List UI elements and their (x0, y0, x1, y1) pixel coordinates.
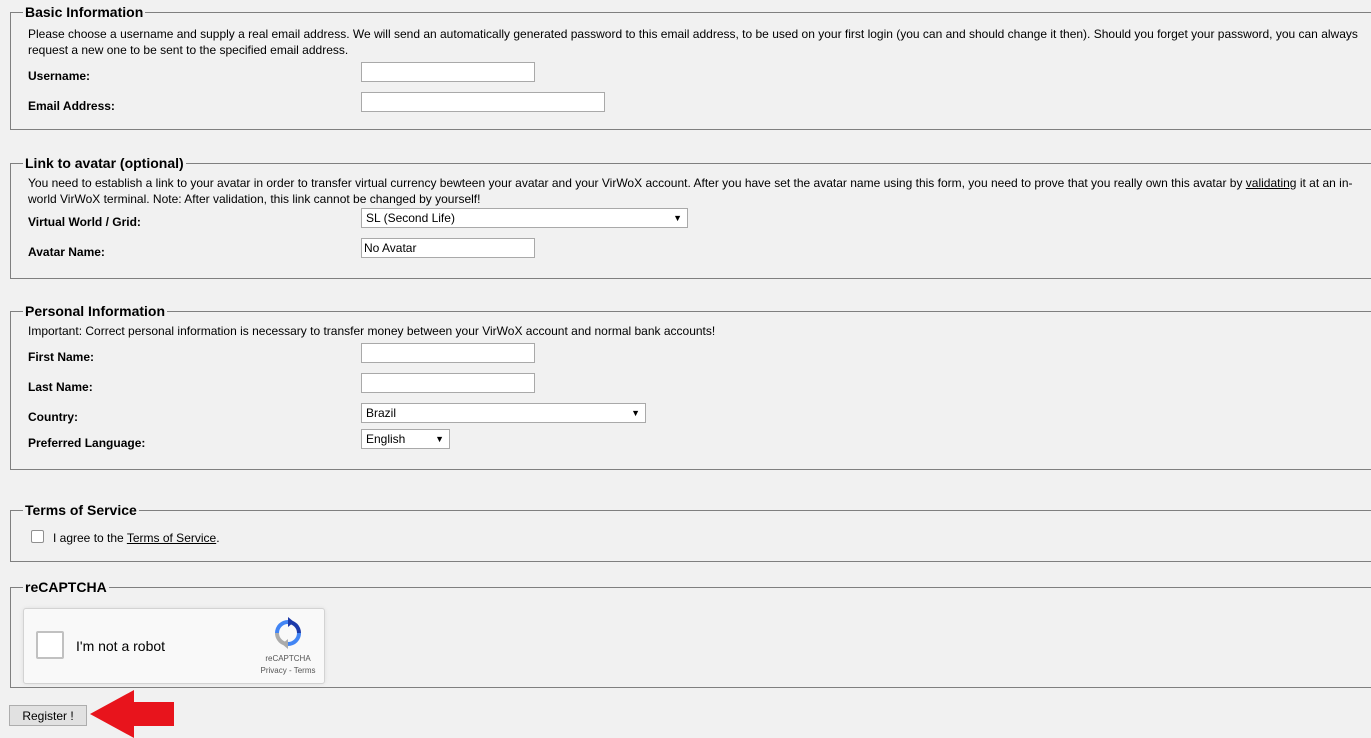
recaptcha-section: reCAPTCHA I'm not a robot reCAPTCHA Priv… (10, 579, 1371, 688)
recaptcha-links: Privacy - Terms (256, 666, 320, 675)
avatar-section: Link to avatar (optional) You need to es… (10, 155, 1371, 279)
recaptcha-widget: I'm not a robot reCAPTCHA Privacy - Term… (23, 608, 325, 684)
recaptcha-checkbox[interactable] (36, 631, 64, 659)
terms-of-service-link[interactable]: Terms of Service (127, 531, 216, 545)
basic-information-section: Basic Information Please choose a userna… (10, 4, 1371, 130)
recaptcha-privacy-link[interactable]: Privacy (261, 666, 287, 675)
virtual-world-select[interactable]: SL (Second Life) ▼ (361, 208, 688, 228)
preferred-language-selected: English (366, 432, 406, 446)
recaptcha-brand: reCAPTCHA (265, 654, 311, 663)
recaptcha-icon (275, 617, 301, 649)
terms-agree-prefix: I agree to the (53, 531, 127, 545)
chevron-down-icon: ▼ (435, 434, 444, 444)
recaptcha-terms-link[interactable]: Terms (294, 666, 316, 675)
validating-link[interactable]: validating (1246, 176, 1297, 190)
username-label: Username: (28, 69, 91, 83)
basic-information-legend: Basic Information (25, 4, 144, 20)
username-input[interactable] (361, 62, 535, 82)
country-selected: Brazil (366, 406, 397, 420)
terms-legend: Terms of Service (25, 502, 137, 518)
basic-information-description: Please choose a username and supply a re… (28, 27, 1358, 57)
last-name-label: Last Name: (28, 380, 93, 394)
country-select[interactable]: Brazil ▼ (361, 403, 646, 423)
red-arrow-icon (90, 690, 174, 738)
personal-information-section: Personal Information Important: Correct … (10, 303, 1371, 470)
avatar-name-label: Avatar Name: (28, 245, 105, 259)
personal-information-legend: Personal Information (25, 303, 166, 319)
register-button[interactable]: Register ! (9, 705, 87, 726)
virtual-world-selected: SL (Second Life) (366, 211, 455, 225)
virtual-world-label: Virtual World / Grid: (28, 215, 141, 229)
personal-information-description: Important: Correct personal information … (28, 324, 716, 338)
preferred-language-select[interactable]: English ▼ (361, 429, 450, 449)
country-label: Country: (28, 410, 78, 424)
chevron-down-icon: ▼ (673, 213, 682, 223)
first-name-input[interactable] (361, 343, 535, 363)
recaptcha-logo-block: reCAPTCHA Privacy - Terms (256, 617, 320, 675)
recaptcha-links-separator: - (286, 666, 294, 675)
terms-section: Terms of Service I agree to the Terms of… (10, 502, 1371, 562)
preferred-language-label: Preferred Language: (28, 436, 146, 450)
recaptcha-label: I'm not a robot (76, 638, 166, 654)
avatar-description-before: You need to establish a link to your ava… (28, 176, 1246, 190)
chevron-down-icon: ▼ (631, 408, 640, 418)
terms-agree-suffix: . (216, 531, 220, 545)
avatar-name-input[interactable] (361, 238, 535, 258)
avatar-legend: Link to avatar (optional) (25, 155, 184, 171)
terms-checkbox[interactable] (31, 530, 44, 543)
email-input[interactable] (361, 92, 605, 112)
recaptcha-legend: reCAPTCHA (25, 579, 107, 595)
last-name-input[interactable] (361, 373, 535, 393)
email-label: Email Address: (28, 99, 115, 113)
terms-agree-text: I agree to the Terms of Service. (53, 531, 220, 545)
avatar-description: You need to establish a link to your ava… (28, 175, 1361, 207)
first-name-label: First Name: (28, 350, 95, 364)
